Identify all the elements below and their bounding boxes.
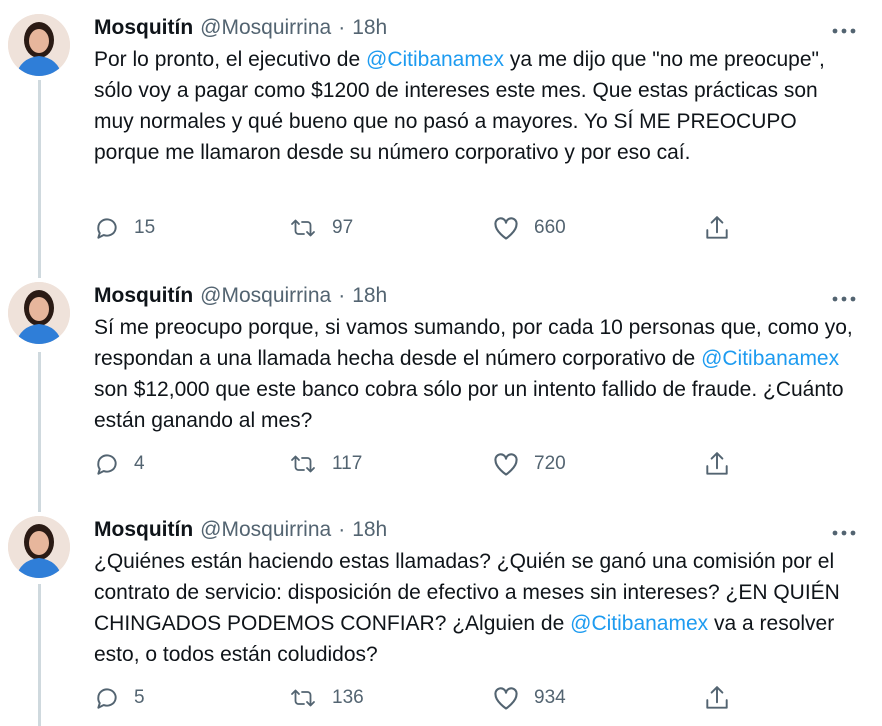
reply-button[interactable]: 15 (94, 212, 155, 244)
like-count: 720 (534, 453, 566, 474)
action-bar: 4 117 720 (94, 448, 854, 480)
text-segment: son $12,000 que este banco cobra sólo po… (94, 378, 844, 432)
like-count: 660 (534, 217, 566, 238)
tweet-header: Mosquitín @Mosquirrina · 18h (94, 516, 387, 544)
tweet-text: ¿Quiénes están haciendo estas llamadas? … (94, 546, 854, 670)
reply-count: 4 (134, 453, 145, 474)
reply-button[interactable]: 5 (94, 682, 145, 714)
separator: · (338, 518, 346, 541)
retweet-count: 136 (332, 687, 364, 708)
author-handle[interactable]: @Mosquirrina (200, 518, 331, 542)
heart-icon (494, 453, 518, 476)
author-name[interactable]: Mosquitín (94, 16, 193, 40)
like-button[interactable]: 720 (492, 448, 566, 480)
retweet-button[interactable]: 136 (288, 682, 364, 714)
reply-icon (97, 454, 117, 475)
tweet[interactable]: Mosquitín @Mosquirrina · 18h Por lo pron… (0, 14, 882, 254)
tweet-text: Sí me preocupo porque, si vamos sumando,… (94, 312, 854, 436)
like-button[interactable]: 660 (492, 212, 566, 244)
separator: · (338, 284, 346, 307)
reply-icon (97, 218, 117, 239)
share-button[interactable] (704, 212, 730, 244)
reply-count: 15 (134, 217, 156, 238)
mention-link[interactable]: @Citibanamex (570, 612, 708, 635)
share-icon (706, 452, 728, 475)
timestamp[interactable]: 18h (352, 518, 387, 542)
like-count: 934 (534, 687, 566, 708)
avatar[interactable] (8, 516, 70, 578)
text-segment: Por lo pronto, el ejecutivo de (94, 48, 366, 71)
heart-icon (494, 687, 518, 710)
author-name[interactable]: Mosquitín (94, 518, 193, 542)
action-bar: 5 136 934 (94, 682, 854, 714)
share-button[interactable] (704, 448, 730, 480)
tweet-text: Por lo pronto, el ejecutivo de @Citibana… (94, 44, 854, 168)
author-name[interactable]: Mosquitín (94, 284, 193, 308)
separator: · (338, 16, 346, 39)
retweet-count: 117 (332, 453, 363, 474)
share-button[interactable] (704, 682, 730, 714)
like-button[interactable]: 934 (492, 682, 566, 714)
reply-count: 5 (134, 687, 145, 708)
retweet-icon (291, 689, 315, 707)
author-handle[interactable]: @Mosquirrina (200, 284, 331, 308)
reply-button[interactable]: 4 (94, 448, 145, 480)
more-icon[interactable] (831, 290, 857, 302)
avatar[interactable] (8, 282, 70, 344)
avatar[interactable] (8, 14, 70, 76)
retweet-button[interactable]: 97 (288, 212, 353, 244)
author-handle[interactable]: @Mosquirrina (200, 16, 331, 40)
tweet[interactable]: Mosquitín @Mosquirrina · 18h Sí me preoc… (0, 282, 882, 502)
retweet-button[interactable]: 117 (288, 448, 362, 480)
share-icon (706, 686, 728, 709)
retweet-icon (291, 219, 315, 237)
retweet-count: 97 (332, 217, 354, 238)
mention-link[interactable]: @Citibanamex (366, 48, 504, 71)
tweet-header: Mosquitín @Mosquirrina · 18h (94, 14, 387, 42)
heart-icon (494, 217, 518, 240)
timestamp[interactable]: 18h (352, 284, 387, 308)
action-bar: 15 97 660 (94, 212, 854, 244)
more-icon[interactable] (831, 524, 857, 536)
share-icon (706, 216, 728, 239)
timestamp[interactable]: 18h (352, 16, 387, 40)
reply-icon (97, 688, 117, 709)
tweet-header: Mosquitín @Mosquirrina · 18h (94, 282, 387, 310)
tweet[interactable]: Mosquitín @Mosquirrina · 18h ¿Quiénes es… (0, 516, 882, 726)
retweet-icon (291, 455, 315, 473)
more-icon[interactable] (831, 22, 857, 34)
mention-link[interactable]: @Citibanamex (701, 347, 839, 370)
